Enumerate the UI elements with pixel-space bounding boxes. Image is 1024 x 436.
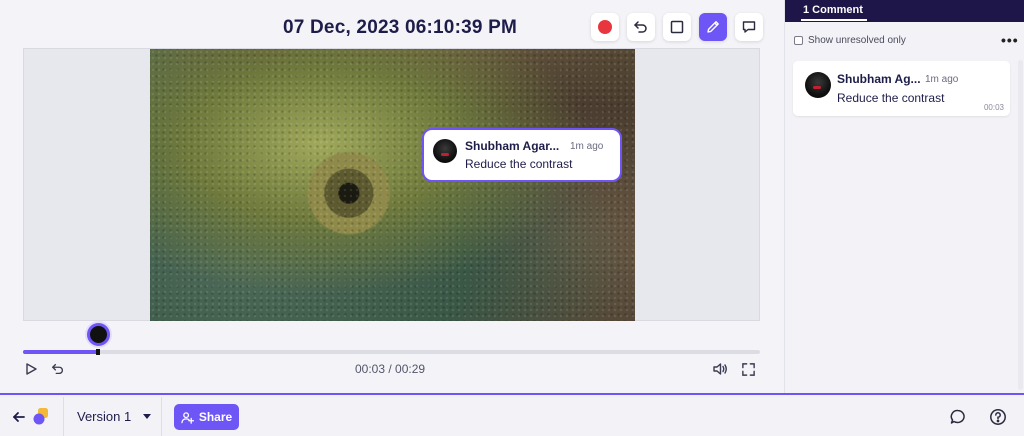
comment-text: Reduce the contrast: [837, 91, 945, 105]
share-button[interactable]: Share: [174, 404, 239, 430]
comment-video-timestamp: 00:03: [983, 103, 1004, 112]
draw-tool-button[interactable]: [699, 13, 727, 41]
help-icon: [990, 409, 1006, 425]
annotation-time: 1m ago: [570, 141, 604, 152]
tab-active-indicator: [801, 19, 867, 21]
comment-author: Shubham Ag...: [837, 72, 921, 86]
unresolved-checkbox[interactable]: [794, 36, 803, 45]
video-frame-image: [150, 49, 635, 321]
logo-icon: [33, 408, 48, 425]
progress-track[interactable]: [23, 350, 760, 354]
comments-toggle-button[interactable]: [948, 407, 968, 427]
add-user-icon: [181, 411, 194, 424]
pencil-icon: [707, 21, 719, 33]
progress-fill: [23, 350, 99, 354]
undo-icon: [634, 21, 647, 33]
play-button[interactable]: [23, 361, 39, 377]
divider: [63, 397, 64, 436]
undo-button[interactable]: [627, 13, 655, 41]
help-button[interactable]: [988, 407, 1008, 427]
back-button[interactable]: [9, 407, 29, 427]
share-label: Share: [198, 410, 233, 424]
avatar: [805, 72, 831, 98]
speech-bubble-icon: [742, 21, 756, 33]
more-options-icon[interactable]: •••: [1001, 32, 1019, 48]
comment-time: 1m ago: [925, 74, 959, 85]
tab-comments[interactable]: 1 Comment: [803, 4, 863, 16]
fullscreen-icon: [741, 362, 755, 376]
fullscreen-button[interactable]: [740, 361, 756, 377]
chevron-down-icon[interactable]: [143, 414, 151, 419]
app-logo: [31, 406, 51, 426]
annotation-text: Reduce the contrast: [465, 157, 573, 171]
review-app: 07 Dec, 2023 06:10:39 PM Shubham Agar...…: [0, 0, 1024, 436]
rectangle-tool-button[interactable]: [663, 13, 691, 41]
chat-icon: [950, 409, 965, 424]
volume-icon: [713, 363, 727, 375]
volume-button[interactable]: [712, 361, 728, 377]
record-dot-icon: [598, 20, 612, 34]
replay-button[interactable]: [50, 361, 66, 377]
replay-icon: [52, 363, 63, 375]
video-player[interactable]: [23, 48, 760, 321]
version-selector[interactable]: Version 1: [77, 409, 131, 424]
square-icon: [670, 20, 684, 34]
annotation-comment-bubble[interactable]: Shubham Agar... 1m ago Reduce the contra…: [422, 128, 622, 182]
video-workspace: 07 Dec, 2023 06:10:39 PM Shubham Agar...…: [0, 0, 784, 393]
video-timestamp: 07 Dec, 2023 06:10:39 PM: [283, 17, 518, 38]
avatar: [433, 139, 457, 163]
unresolved-filter-label: Show unresolved only: [808, 35, 906, 46]
progress-handle[interactable]: [96, 349, 100, 355]
comment-tool-button[interactable]: [735, 13, 763, 41]
playback-time: 00:03 / 00:29: [355, 362, 426, 376]
play-icon: [26, 363, 37, 375]
comment-card[interactable]: Shubham Ag... 1m ago Reduce the contrast…: [793, 61, 1010, 116]
record-button[interactable]: [591, 13, 619, 41]
arrow-left-icon: [13, 412, 25, 422]
annotation-toolbar: [591, 13, 763, 41]
unresolved-filter[interactable]: Show unresolved only: [794, 35, 906, 46]
annotation-author: Shubham Agar...: [465, 139, 560, 153]
comment-timeline-marker[interactable]: [87, 323, 110, 346]
bottom-bar: Version 1 Share: [0, 393, 1024, 436]
divider: [161, 397, 162, 436]
comments-panel: 1 Comment Show unresolved only ••• Shubh…: [784, 0, 1024, 393]
scrollbar[interactable]: [1018, 60, 1023, 390]
